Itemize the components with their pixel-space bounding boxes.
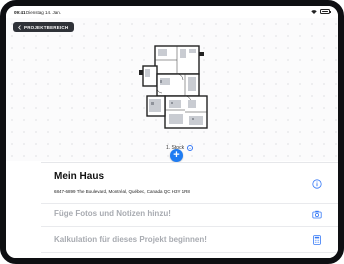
floor-plan-canvas[interactable]: 1. Stock ⌄ (6, 18, 338, 161)
screen: 09:41 Dienstag 14. Jan. 1. Stock ⌄ PROJE… (6, 6, 338, 258)
add-photos-notes-action[interactable]: Füge Fotos und Notizen hinzu! (54, 209, 171, 218)
floor-plan-drawing[interactable] (133, 44, 215, 132)
project-title: Mein Haus (54, 171, 105, 182)
status-time: 09:41 (14, 10, 26, 15)
divider (41, 203, 338, 204)
chevron-left-icon (18, 24, 21, 30)
info-icon (312, 179, 322, 189)
divider (41, 226, 338, 227)
project-details-panel: Mein Haus 6847-6899 The Boulevard, Montr… (41, 162, 338, 258)
camera-icon (312, 210, 322, 218)
status-indicators (311, 9, 331, 14)
divider (41, 252, 338, 253)
project-address: 6847-6899 The Boulevard, Montréal, Québe… (54, 189, 190, 194)
status-date: Dienstag 14. Jan. (26, 10, 62, 15)
chevron-down-icon: ⌄ (187, 145, 194, 151)
plus-icon: + (173, 149, 180, 161)
tablet-frame: 09:41 Dienstag 14. Jan. 1. Stock ⌄ PROJE… (0, 0, 344, 264)
calculator-icon (313, 235, 321, 245)
back-button-label: PROJEKTBEREICH (24, 24, 69, 30)
info-button[interactable] (312, 179, 322, 189)
wifi-icon (311, 9, 317, 14)
add-button[interactable]: + (170, 149, 183, 162)
camera-button[interactable] (312, 209, 322, 219)
calculator-button[interactable] (312, 235, 322, 245)
back-button[interactable]: PROJEKTBEREICH (13, 22, 75, 32)
battery-icon (320, 9, 331, 14)
start-estimate-action[interactable]: Kalkulation für dieses Projekt beginnen! (54, 235, 207, 244)
status-bar: 09:41 Dienstag 14. Jan. (6, 6, 338, 18)
